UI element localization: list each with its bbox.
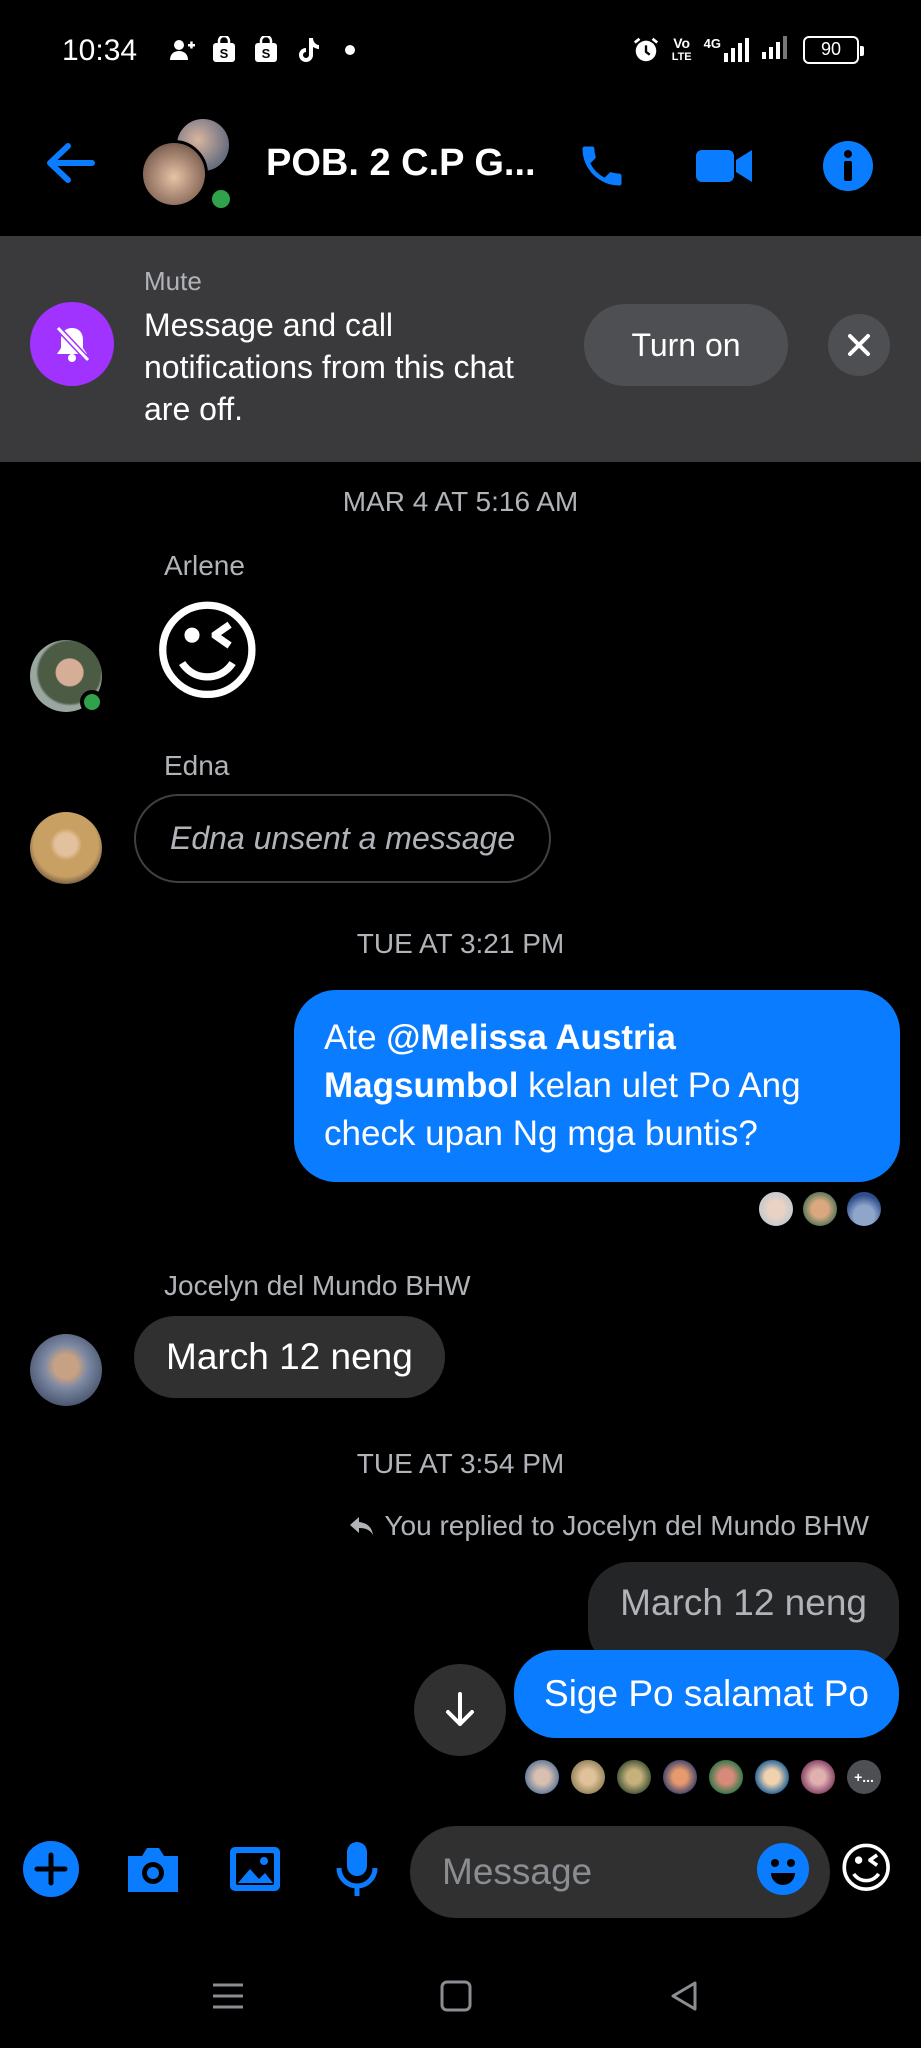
scroll-to-bottom-button[interactable] [414, 1664, 506, 1756]
timestamp: MAR 4 AT 5:16 AM [342, 486, 579, 517]
status-time: 10:34 [62, 34, 138, 67]
status-notification-icons: S S [168, 36, 364, 64]
signal-icon: 4G [704, 36, 749, 63]
avatar[interactable] [30, 812, 102, 884]
chat-title[interactable]: POB. 2 C.P G... [266, 142, 536, 185]
emoji-icon[interactable] [752, 1838, 814, 1900]
outgoing-message[interactable]: Ate @Melissa Austria Magsumbol kelan ule… [294, 990, 900, 1182]
camera-icon[interactable] [122, 1838, 184, 1900]
dot-icon [336, 36, 364, 64]
sender-name: Jocelyn del Mundo BHW [164, 1270, 471, 1301]
reply-icon [350, 1517, 374, 1535]
unsent-message: Edna unsent a message [134, 794, 552, 883]
bell-off-icon [30, 302, 114, 386]
battery-icon: 90 [803, 35, 864, 64]
seen-avatar [569, 1758, 607, 1796]
seen-avatar [845, 1190, 883, 1228]
seen-avatar [799, 1758, 837, 1796]
signal-icon [761, 34, 791, 65]
svg-text:S: S [262, 46, 271, 61]
message-text: Ate [324, 1018, 387, 1057]
seen-avatar [707, 1758, 745, 1796]
mute-label: Mute [144, 266, 202, 296]
seen-more-badge[interactable]: +... [845, 1758, 883, 1796]
group-avatar[interactable] [140, 116, 240, 216]
add-user-icon [168, 36, 196, 64]
reply-indicator: You replied to Jocelyn del Mundo BHW [348, 1510, 869, 1542]
shop-icon: S [210, 36, 238, 64]
video-icon[interactable] [694, 138, 754, 194]
plus-icon[interactable] [20, 1838, 82, 1900]
gallery-icon[interactable] [224, 1838, 286, 1900]
online-status-dot [80, 690, 104, 714]
svg-text:S: S [220, 46, 229, 61]
seen-receipts: +... [523, 1758, 883, 1796]
seen-avatar [753, 1758, 791, 1796]
sender-name: Arlene [164, 550, 245, 581]
mic-icon[interactable] [326, 1838, 388, 1900]
timestamp: TUE AT 3:54 PM [356, 1448, 565, 1479]
phone-icon[interactable] [572, 138, 632, 194]
close-icon[interactable] [828, 314, 890, 376]
alarm-icon [632, 36, 660, 64]
outgoing-message[interactable]: Sige Po salamat Po [514, 1650, 899, 1738]
back-triangle-icon[interactable] [654, 1966, 714, 2026]
menu-icon[interactable] [198, 1966, 258, 2026]
back-arrow-icon[interactable] [40, 138, 100, 188]
timestamp: TUE AT 3:21 PM [356, 928, 565, 959]
seen-avatar [757, 1190, 795, 1228]
status-system-icons: Vo LTE 4G 90 [632, 34, 864, 65]
online-status-dot [208, 186, 234, 212]
wink-emoji-message[interactable]: 😉 [150, 588, 265, 718]
seen-avatar [801, 1190, 839, 1228]
seen-avatar [661, 1758, 699, 1796]
incoming-message[interactable]: March 12 neng [134, 1316, 445, 1398]
wink-emoji-icon[interactable]: 😉 [838, 1838, 894, 1900]
info-icon[interactable] [818, 138, 878, 194]
group-avatar-photo [140, 140, 208, 208]
turn-on-button[interactable]: Turn on [584, 304, 788, 386]
tiktok-icon [294, 36, 322, 64]
sender-name: Edna [164, 750, 230, 781]
seen-receipts [757, 1190, 883, 1228]
avatar[interactable] [30, 1334, 102, 1406]
home-square-icon[interactable] [426, 1966, 486, 2026]
mute-description: Message and call notifications from this… [144, 307, 514, 427]
seen-avatar [523, 1758, 561, 1796]
shop-icon: S [252, 36, 280, 64]
volte-icon: Vo LTE [671, 34, 692, 63]
seen-avatar [615, 1758, 653, 1796]
